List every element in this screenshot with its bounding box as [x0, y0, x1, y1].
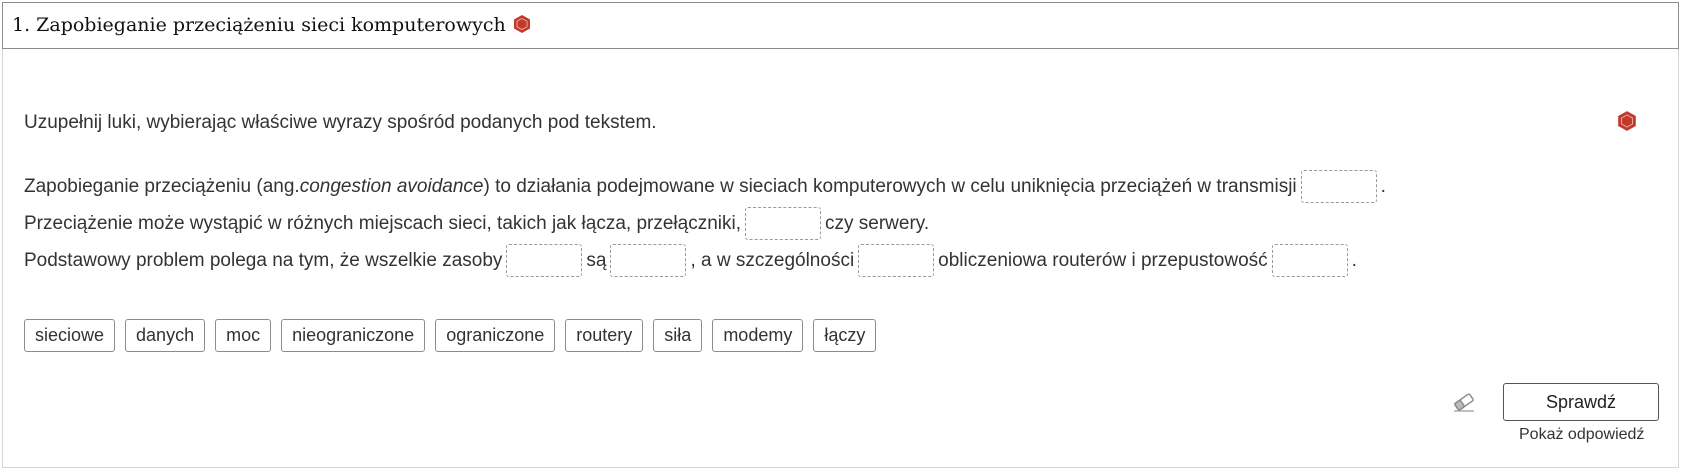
word-chip[interactable]: łączy — [813, 319, 877, 352]
word-chip[interactable]: danych — [125, 319, 206, 352]
eraser-icon[interactable] — [1451, 389, 1477, 415]
exercise-title: 1. Zapobieganie przeciążeniu sieci kompu… — [12, 14, 506, 36]
text-segment: . — [1380, 175, 1386, 197]
text-segment: obliczeniowa routerów i przepustowość — [938, 249, 1268, 271]
gap-drop-zone[interactable] — [610, 244, 687, 277]
gap-drop-zone[interactable] — [506, 244, 583, 277]
word-chip[interactable]: siła — [653, 319, 703, 352]
word-chip[interactable]: sieciowe — [24, 319, 116, 352]
text-segment: ) to działania podejmowane w sieciach ko… — [483, 175, 1297, 197]
text-segment: Podstawowy problem polega na tym, że wsz… — [24, 249, 503, 271]
text-segment: . — [1351, 249, 1357, 271]
hexagon-badge-icon — [1616, 110, 1638, 132]
word-chip[interactable]: ograniczone — [435, 319, 556, 352]
word-bank: sieciowe danych moc nieograniczone ogran… — [24, 319, 877, 352]
word-chip[interactable]: moc — [215, 319, 272, 352]
text-line-1: Zapobieganie przeciążeniu (ang. congesti… — [24, 170, 1386, 203]
text-segment: Zapobieganie przeciążeniu (ang. — [24, 175, 300, 197]
check-button[interactable]: Sprawdź — [1503, 383, 1659, 421]
gap-drop-zone[interactable] — [1271, 244, 1348, 277]
gap-drop-zone[interactable] — [1300, 170, 1377, 203]
gap-drop-zone[interactable] — [858, 244, 935, 277]
word-chip[interactable]: modemy — [712, 319, 804, 352]
word-chip[interactable]: routery — [565, 319, 644, 352]
word-chip[interactable]: nieograniczone — [281, 319, 426, 352]
text-segment: Przeciążenie może wystąpić w różnych mie… — [24, 212, 741, 234]
text-segment: są — [586, 249, 607, 271]
text-line-2: Przeciążenie może wystąpić w różnych mie… — [24, 207, 929, 240]
text-italic-term: congestion avoidance — [299, 175, 484, 197]
text-segment: czy serwery. — [824, 212, 930, 234]
text-line-3: Podstawowy problem polega na tym, że wsz… — [24, 244, 1357, 277]
hexagon-badge-icon — [512, 14, 532, 34]
text-segment: , a w szczególności — [690, 249, 855, 271]
show-answer-link[interactable]: Pokaż odpowiedź — [1519, 426, 1644, 444]
exercise-title-bar: 1. Zapobieganie przeciążeniu sieci kompu… — [2, 2, 1679, 49]
instruction-text: Uzupełnij luki, wybierając właściwe wyra… — [24, 112, 657, 133]
gap-drop-zone[interactable] — [744, 207, 821, 240]
